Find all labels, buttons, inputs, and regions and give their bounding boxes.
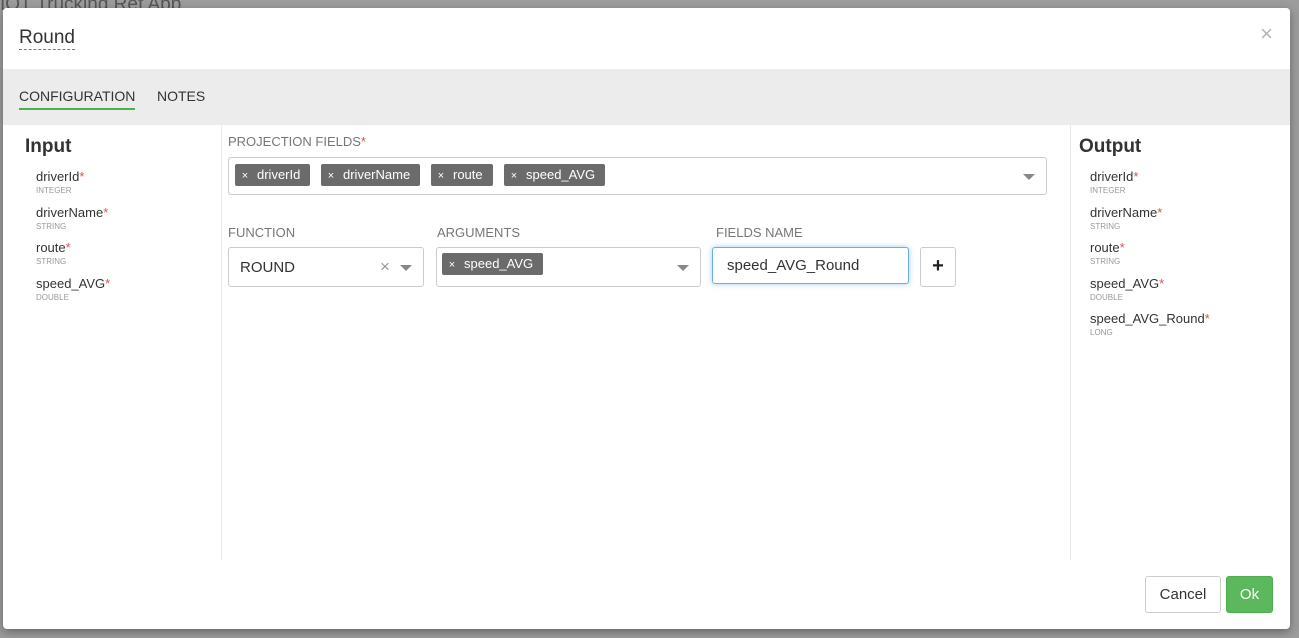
- required-marker: *: [1157, 204, 1163, 220]
- field-type: STRING: [36, 221, 67, 231]
- fields-name-label: FIELDS NAME: [716, 225, 803, 240]
- chip-label: speed_AVG: [464, 256, 534, 271]
- clear-icon[interactable]: ×: [380, 257, 390, 277]
- list-item: route* STRING: [1090, 240, 1210, 276]
- tab-configuration[interactable]: CONFIGURATION: [19, 88, 136, 110]
- projection-chip-driverid: × driverId: [235, 164, 311, 187]
- cancel-button[interactable]: Cancel: [1145, 576, 1221, 613]
- field-type: LONG: [1090, 328, 1113, 337]
- required-marker: *: [105, 275, 111, 291]
- output-field-list: driverId* INTEGER driverName* STRING rou…: [1090, 169, 1210, 347]
- chip-remove-icon[interactable]: ×: [442, 254, 462, 276]
- chip-label: driverName: [343, 167, 411, 182]
- chip-remove-icon[interactable]: ×: [321, 165, 341, 187]
- arguments-label: ARGUMENTS: [437, 225, 521, 240]
- field-type: DOUBLE: [1090, 292, 1123, 302]
- list-item: driverId* INTEGER: [1090, 169, 1210, 205]
- required-marker: *: [79, 169, 85, 184]
- chip-label: driverId: [257, 167, 301, 182]
- required-marker: *: [103, 204, 109, 220]
- chip-remove-icon[interactable]: ×: [431, 165, 451, 187]
- arguments-select[interactable]: × speed_AVG: [436, 247, 701, 287]
- chip-remove-icon[interactable]: ×: [235, 165, 255, 187]
- field-type: STRING: [1090, 257, 1121, 266]
- field-name: speed_AVG: [36, 275, 106, 291]
- field-name: speed_AVG: [1090, 275, 1160, 291]
- chip-remove-icon[interactable]: ×: [504, 165, 524, 187]
- field-type: INTEGER: [1090, 186, 1126, 195]
- output-title: Output: [1079, 136, 1142, 157]
- list-item: route* STRING: [36, 240, 110, 276]
- chevron-down-icon[interactable]: [677, 265, 689, 271]
- list-item: driverName* STRING: [36, 205, 110, 241]
- chevron-down-icon[interactable]: [1023, 174, 1035, 180]
- projection-chip-speed-avg: × speed_AVG: [504, 164, 606, 187]
- chip-label: route: [453, 167, 483, 182]
- required-marker: *: [1204, 311, 1210, 326]
- projection-chip-drivername: × driverName: [321, 164, 421, 187]
- projection-fields-label: PROJECTION FIELDS*: [228, 134, 366, 149]
- add-button[interactable]: +: [920, 247, 956, 287]
- input-panel: Input driverId* INTEGER driverName* STRI…: [3, 125, 222, 560]
- projection-fields-label-text: PROJECTION FIELDS: [228, 134, 361, 149]
- argument-chip-speed-avg: × speed_AVG: [442, 253, 544, 276]
- field-name: driverName: [1090, 204, 1158, 220]
- required-marker: *: [360, 134, 366, 149]
- input-title: Input: [25, 136, 72, 157]
- required-marker: *: [1119, 240, 1125, 255]
- close-icon[interactable]: ×: [1260, 23, 1273, 45]
- chevron-down-icon[interactable]: [400, 265, 412, 271]
- configuration-form: PROJECTION FIELDS* × driverId × driverName…: [228, 125, 1068, 560]
- required-marker: *: [1133, 169, 1139, 184]
- field-name: driverId: [36, 169, 80, 184]
- field-type: INTEGER: [36, 186, 72, 195]
- required-marker: *: [1159, 275, 1165, 291]
- function-select[interactable]: ROUND ×: [228, 247, 424, 287]
- field-type: STRING: [1090, 221, 1121, 231]
- field-name: route: [1090, 240, 1120, 255]
- projection-chip-route: × route: [431, 164, 493, 186]
- tab-notes[interactable]: NOTES: [157, 88, 205, 104]
- fields-name-input[interactable]: [712, 247, 909, 284]
- list-item: speed_AVG_Round* LONG: [1090, 311, 1210, 347]
- dialog-header: Round ×: [3, 8, 1290, 69]
- dialog-footer: Cancel Ok: [3, 560, 1290, 629]
- function-value: ROUND: [240, 259, 295, 276]
- field-name: driverName: [36, 204, 104, 220]
- list-item: driverId* INTEGER: [36, 169, 110, 205]
- input-field-list: driverId* INTEGER driverName* STRING rou…: [36, 169, 110, 311]
- list-item: driverName* STRING: [1090, 205, 1210, 241]
- ok-button[interactable]: Ok: [1226, 576, 1273, 613]
- output-panel: Output driverId* INTEGER driverName* STR…: [1070, 125, 1290, 560]
- field-name: speed_AVG_Round: [1090, 311, 1205, 326]
- tabs-bar: CONFIGURATION NOTES: [3, 69, 1290, 125]
- function-label: FUNCTION: [228, 225, 296, 240]
- field-type: STRING: [36, 257, 67, 266]
- chip-label: speed_AVG: [526, 167, 596, 182]
- required-marker: *: [65, 240, 71, 255]
- field-name: route: [36, 240, 66, 255]
- round-dialog: Round × CONFIGURATION NOTES Input driver…: [3, 8, 1290, 629]
- field-name: driverId: [1090, 169, 1134, 184]
- dialog-title[interactable]: Round: [19, 27, 75, 50]
- field-type: DOUBLE: [36, 292, 69, 302]
- list-item: speed_AVG* DOUBLE: [36, 276, 110, 312]
- list-item: speed_AVG* DOUBLE: [1090, 276, 1210, 312]
- projection-fields-select[interactable]: × driverId × driverName × route × speed_AVG: [228, 157, 1047, 195]
